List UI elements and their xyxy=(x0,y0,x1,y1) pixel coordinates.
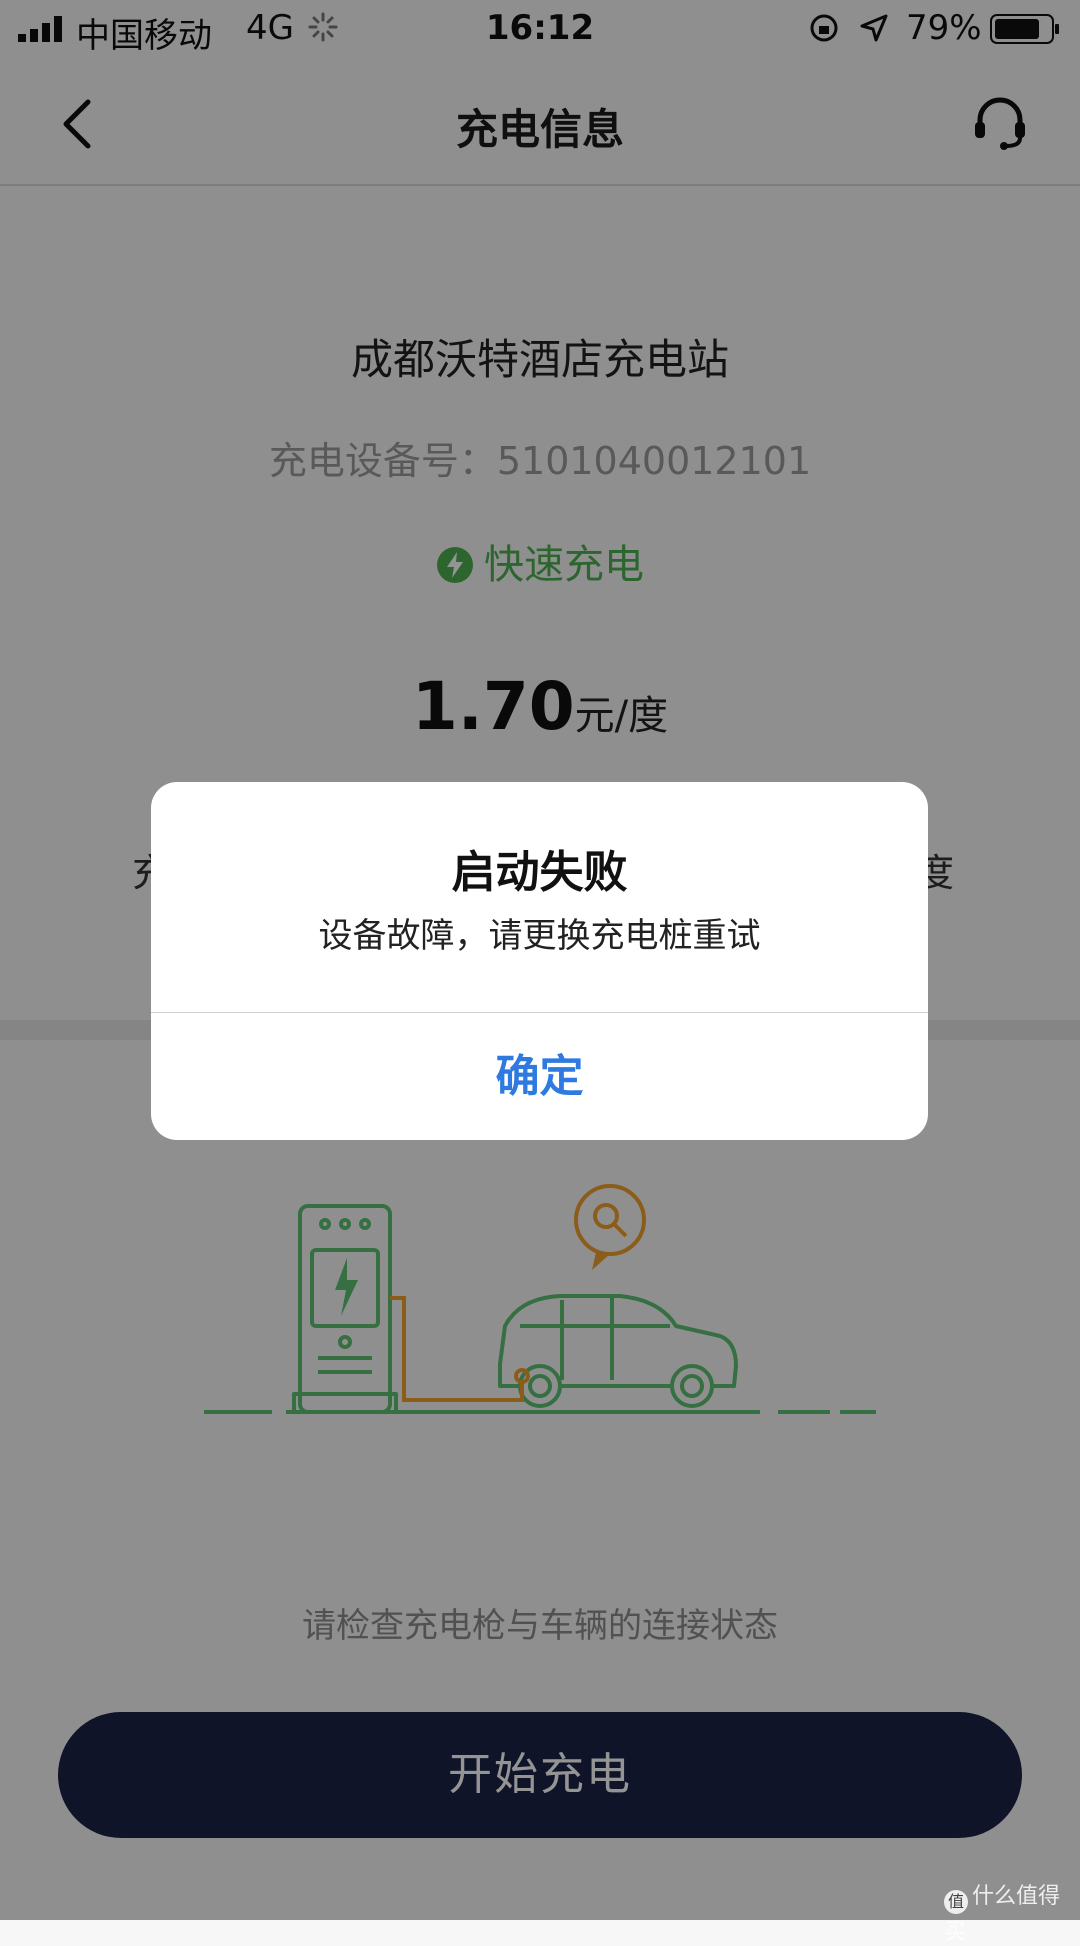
confirm-button[interactable]: 确定 xyxy=(151,1013,928,1140)
alert-message: 设备故障，请更换充电桩重试 xyxy=(318,916,761,956)
alert-title: 启动失败 xyxy=(451,847,628,898)
error-alert-dialog: 启动失败 设备故障，请更换充电桩重试 确定 xyxy=(151,782,928,1140)
watermark-logo-icon: 值 xyxy=(944,1890,968,1914)
watermark: 值什么值得买 xyxy=(944,1878,1080,1946)
